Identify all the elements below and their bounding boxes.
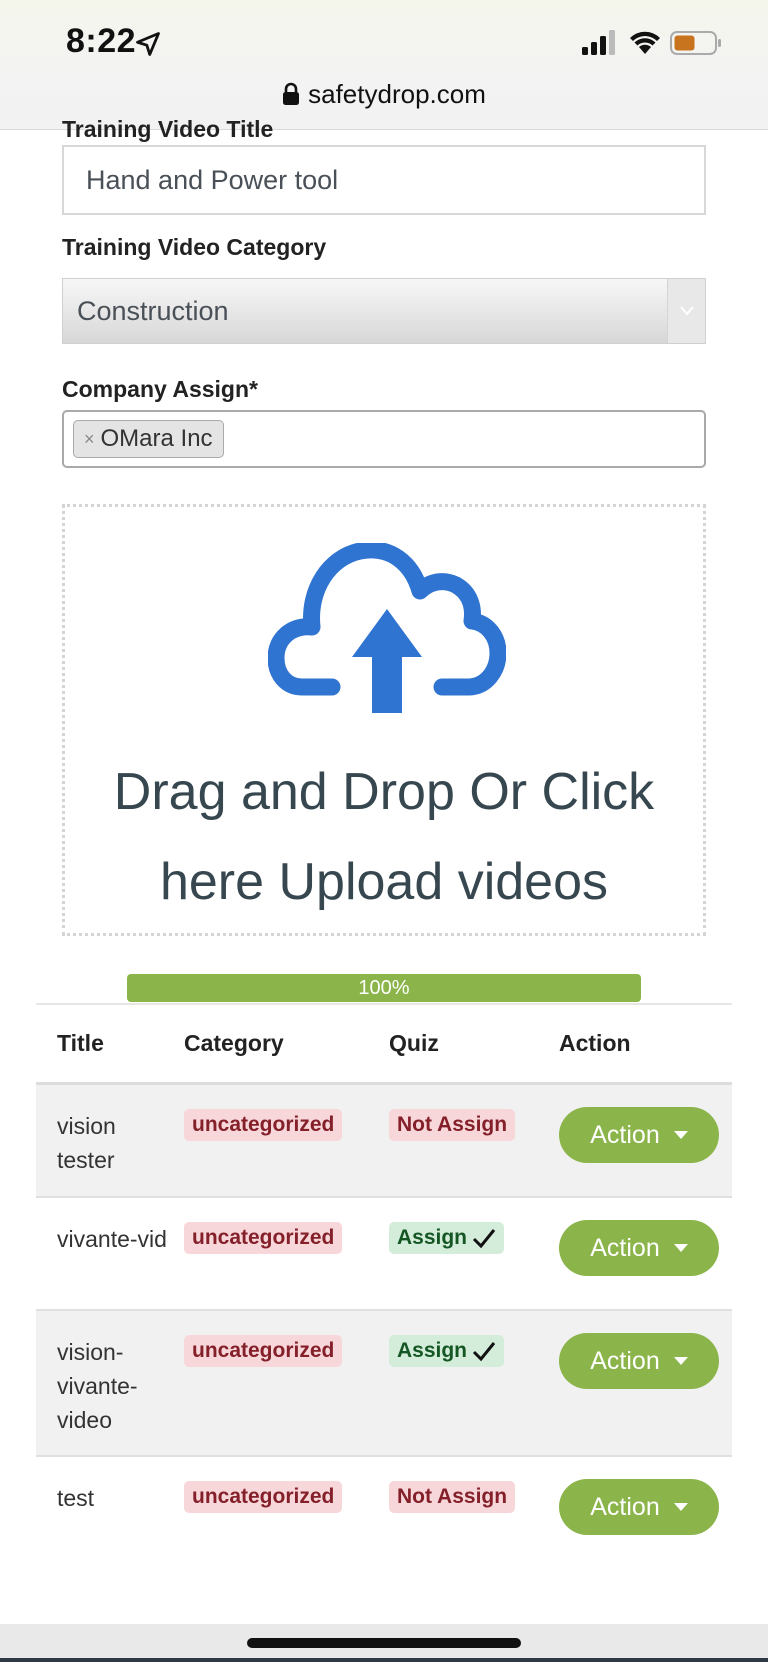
lock-icon (283, 82, 300, 105)
upload-progress-fill: 100% (127, 974, 641, 1002)
header-title: Title (57, 1030, 104, 1056)
action-button-label: Action (590, 1120, 660, 1149)
upload-progress-bar: 100% (127, 974, 641, 1002)
quiz-status-badge: Assign (389, 1335, 505, 1367)
category-badge: uncategorized (184, 1335, 343, 1367)
caret-down-icon (673, 1503, 688, 1511)
company-chip-label: OMara Inc (100, 425, 213, 452)
address-bar[interactable]: safetydrop.com (0, 74, 768, 114)
video-title: vision tester (57, 1113, 116, 1173)
caret-down-icon (673, 1131, 688, 1139)
caret-down-icon (673, 1244, 688, 1252)
header-quiz: Quiz (389, 1030, 439, 1056)
table-row: test uncategorized Not Assign Action (36, 1457, 732, 1570)
training-video-category-select[interactable]: Construction (62, 278, 706, 344)
table-row: vision-vivante-video uncategorized Assig… (36, 1311, 732, 1457)
browser-chrome: 8:22 safetydrop.com (0, 0, 768, 130)
action-dropdown-button[interactable]: Action (559, 1479, 719, 1535)
company-assign-label: Company Assign* (62, 376, 258, 402)
action-dropdown-button[interactable]: Action (559, 1107, 719, 1163)
category-badge: uncategorized (184, 1222, 343, 1254)
table-row: vivante-vid uncategorized Assign Action (36, 1198, 732, 1311)
bottom-edge (0, 1658, 768, 1662)
video-title: test (57, 1485, 95, 1511)
company-chip: × OMara Inc (73, 420, 224, 458)
quiz-status-label: Not Assign (397, 1485, 508, 1508)
header-action: Action (559, 1030, 631, 1056)
check-icon (472, 1342, 496, 1362)
home-indicator[interactable] (247, 1638, 521, 1648)
header-category: Category (184, 1030, 284, 1056)
training-video-title-label: Training Video Title (62, 116, 274, 142)
select-arrow[interactable] (667, 279, 705, 343)
wifi-icon (630, 31, 660, 54)
chip-remove-icon[interactable]: × (84, 429, 95, 450)
category-badge: uncategorized (184, 1109, 343, 1141)
dropzone-text-line2: here Upload videos (159, 853, 609, 911)
quiz-status-label: Assign (397, 1226, 468, 1249)
video-title: vivante-vid (57, 1226, 167, 1252)
caret-down-icon (673, 1357, 688, 1365)
table-header: Title Category Quiz Action (36, 1005, 732, 1085)
category-selected-value: Construction (77, 295, 229, 326)
action-button-label: Action (590, 1346, 660, 1375)
status-time: 8:22 (66, 22, 137, 60)
battery-icon (670, 31, 721, 55)
training-video-title-input[interactable]: Hand and Power tool (62, 145, 706, 215)
action-dropdown-button[interactable]: Action (559, 1333, 719, 1389)
action-dropdown-button[interactable]: Action (559, 1220, 719, 1276)
check-icon (472, 1229, 496, 1249)
quiz-status-label: Assign (397, 1339, 468, 1362)
chevron-down-icon (679, 306, 694, 316)
action-button-label: Action (590, 1233, 660, 1262)
training-video-category-label: Training Video Category (62, 234, 327, 260)
company-assign-select[interactable]: × OMara Inc (62, 410, 706, 468)
category-badge: uncategorized (184, 1481, 343, 1513)
location-arrow-icon (136, 32, 160, 56)
video-dropzone[interactable]: Drag and Drop Or Click here Upload video… (62, 504, 706, 936)
dropzone-text: Drag and Drop Or Click here Upload video… (65, 747, 703, 927)
quiz-status-label: Not Assign (397, 1113, 508, 1136)
table-row: vision tester uncategorized Not Assign A… (36, 1085, 732, 1198)
quiz-status-badge: Not Assign (389, 1481, 516, 1513)
cellular-signal-icon (582, 30, 615, 55)
quiz-status-badge: Not Assign (389, 1109, 516, 1141)
dropzone-text-line1: Drag and Drop Or Click (113, 763, 655, 821)
cloud-upload-icon (268, 543, 506, 713)
action-button-label: Action (590, 1492, 660, 1521)
quiz-status-badge: Assign (389, 1222, 505, 1254)
videos-table: Title Category Quiz Action vision tester… (36, 1003, 732, 1570)
video-title: vision-vivante-video (57, 1339, 138, 1433)
url-text: safetydrop.com (308, 78, 486, 109)
